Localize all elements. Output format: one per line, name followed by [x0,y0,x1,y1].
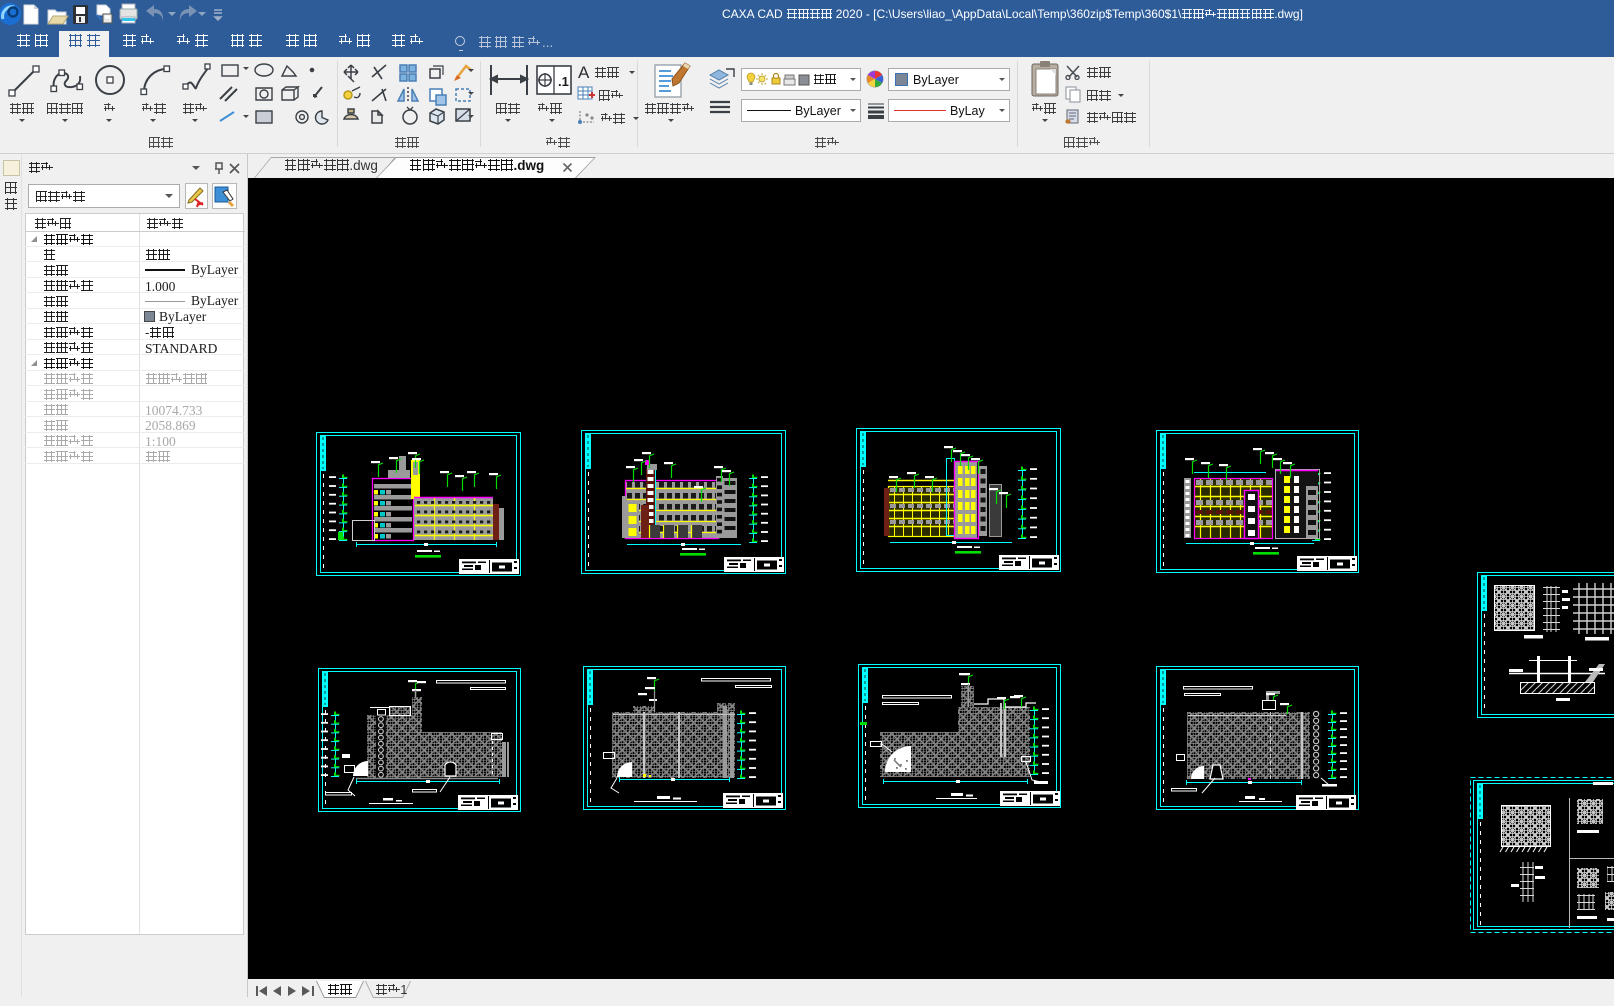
svg-text:.1: .1 [558,74,569,89]
